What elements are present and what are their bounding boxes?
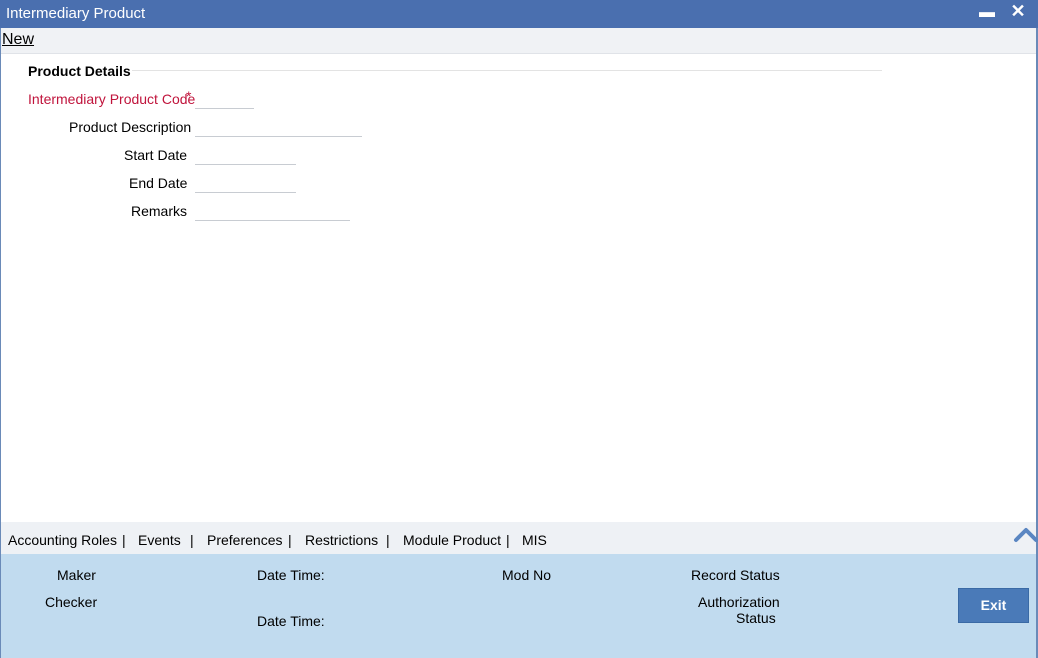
window-title-bar: Intermediary Product ▬ ✕	[0, 0, 1038, 28]
end-date-label: End Date	[129, 175, 188, 191]
maker-label: Maker	[57, 567, 96, 583]
chevron-up-icon[interactable]	[1013, 524, 1038, 546]
remarks-input[interactable]	[195, 200, 350, 221]
exit-button[interactable]: Exit	[958, 588, 1029, 623]
tab-mis[interactable]: MIS	[522, 532, 547, 548]
tab-separator: |	[386, 532, 390, 548]
record-status-label: Record Status	[691, 567, 780, 583]
mod-no-label: Mod No	[502, 567, 552, 583]
tab-separator: |	[122, 532, 126, 548]
audit-footer: Maker Checker Date Time: Date Time: Mod …	[1, 554, 1036, 658]
product-code-label: Intermediary Product Code	[28, 91, 196, 107]
sub-screen-tabs: Accounting Roles | Events | Preferences …	[1, 522, 1038, 554]
tab-restrictions[interactable]: Restrictions	[305, 532, 378, 548]
checker-label: Checker	[45, 594, 98, 610]
required-marker: *	[186, 88, 192, 104]
new-link[interactable]: New	[2, 31, 34, 49]
product-code-input[interactable]	[195, 88, 254, 109]
authorization-status-label: Status	[736, 610, 776, 626]
product-description-input[interactable]	[195, 116, 362, 137]
window-title: Intermediary Product	[6, 5, 146, 22]
section-title: Product Details	[28, 63, 131, 79]
authorization-label: Authorization	[698, 594, 780, 610]
tab-separator: |	[506, 532, 510, 548]
tab-separator: |	[288, 532, 292, 548]
tab-preferences[interactable]: Preferences	[207, 532, 282, 548]
maker-date-time-label: Date Time:	[257, 567, 325, 583]
tab-accounting-roles[interactable]: Accounting Roles	[8, 532, 117, 548]
product-description-label: Product Description	[69, 119, 192, 135]
checker-date-time-label: Date Time:	[257, 613, 325, 629]
start-date-label: Start Date	[124, 147, 188, 163]
toolbar: New	[0, 28, 1038, 54]
start-date-input[interactable]	[195, 144, 296, 165]
remarks-label: Remarks	[131, 203, 188, 219]
tab-separator: |	[190, 532, 194, 548]
end-date-input[interactable]	[195, 172, 296, 193]
close-icon[interactable]: ✕	[1006, 1, 1030, 29]
tab-events[interactable]: Events	[138, 532, 181, 548]
tab-module-product[interactable]: Module Product	[403, 532, 501, 548]
section-divider	[132, 70, 882, 71]
